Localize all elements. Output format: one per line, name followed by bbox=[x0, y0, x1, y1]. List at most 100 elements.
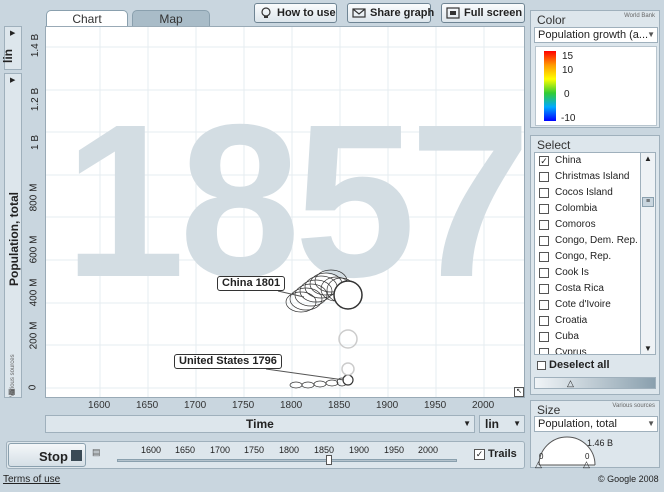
country-list[interactable]: ✓ China Christmas Island Cocos Island Col… bbox=[534, 152, 656, 355]
x-scale-label: lin bbox=[485, 417, 499, 431]
list-item[interactable]: Comoros bbox=[535, 217, 640, 233]
checkbox-icon[interactable] bbox=[539, 188, 549, 198]
full-screen-label: Full screen bbox=[464, 7, 523, 19]
checkbox-icon[interactable] bbox=[539, 284, 549, 294]
list-item[interactable]: Cook Is bbox=[535, 265, 640, 281]
list-item-label: Cook Is bbox=[555, 267, 589, 278]
checkbox-icon[interactable] bbox=[539, 300, 549, 310]
y-tick-label: 1.2 B bbox=[30, 87, 42, 112]
checkbox-icon[interactable] bbox=[539, 252, 549, 262]
list-item-label: Congo, Dem. Rep. bbox=[555, 235, 638, 246]
list-item-label: Croatia bbox=[555, 315, 588, 326]
y-tick-label: 400 M bbox=[28, 278, 40, 307]
x-tick-label: 1800 bbox=[280, 400, 303, 411]
checkbox-icon[interactable] bbox=[539, 220, 549, 230]
bubble-trails bbox=[265, 269, 363, 389]
slider-label: 1950 bbox=[384, 445, 405, 455]
slider-label: 1850 bbox=[314, 445, 335, 455]
slider-label: 2000 bbox=[418, 445, 439, 455]
zoom-icon[interactable]: ↖ bbox=[514, 387, 524, 397]
list-item[interactable]: Colombia bbox=[535, 201, 640, 217]
time-slider[interactable]: 1600 1650 1700 1750 1800 1850 1900 1950 … bbox=[107, 445, 467, 465]
bubble-label-united-states[interactable]: United States 1796 bbox=[174, 354, 282, 369]
deselect-all-checkbox[interactable]: Deselect all bbox=[537, 359, 647, 373]
color-indicator-label: Population growth (a... bbox=[538, 29, 649, 41]
list-scrollbar[interactable]: ▲ ≡ ▼ bbox=[640, 152, 656, 355]
color-panel: Color World Bank Population growth (a...… bbox=[530, 10, 660, 128]
list-item[interactable]: Croatia bbox=[535, 313, 640, 329]
x-scale-selector[interactable]: lin ▼ bbox=[479, 415, 525, 433]
list-item-label: Comoros bbox=[555, 219, 596, 230]
checkbox-icon[interactable] bbox=[539, 316, 549, 326]
y-indicator-selector[interactable]: ▶ Population, total Various sources ▦ bbox=[4, 73, 22, 398]
list-item[interactable]: Cuba bbox=[535, 329, 640, 345]
size-source-label: Various sources bbox=[612, 403, 655, 409]
x-indicator-selector[interactable]: Time ▼ bbox=[45, 415, 475, 433]
list-item-label: Cote d'Ivoire bbox=[555, 299, 611, 310]
checkbox-icon[interactable] bbox=[539, 172, 549, 182]
color-legend-box: 15 10 0 -10 bbox=[535, 46, 657, 126]
list-item[interactable]: Cote d'Ivoire bbox=[535, 297, 640, 313]
chevron-down-icon: ▼ bbox=[463, 419, 471, 428]
y-tick-label: 600 M bbox=[28, 235, 40, 264]
list-item-label: Colombia bbox=[555, 203, 598, 214]
checkbox-icon[interactable] bbox=[539, 236, 549, 246]
chevron-down-icon: ▼ bbox=[647, 419, 655, 428]
chart-plot-area[interactable]: 1857 China 1801 United States 1796 ↖ bbox=[45, 26, 525, 398]
size-handle-icon[interactable]: △ bbox=[535, 459, 542, 470]
checkbox-checked-icon[interactable]: ✓ bbox=[539, 156, 549, 166]
tab-map[interactable]: Map bbox=[132, 10, 210, 27]
checkbox-icon[interactable] bbox=[539, 204, 549, 214]
how-to-use-button[interactable]: How to use bbox=[254, 3, 337, 23]
scroll-down-icon[interactable]: ▼ bbox=[644, 344, 652, 353]
list-item[interactable]: Cocos Island bbox=[535, 185, 640, 201]
y-scale-selector[interactable]: ▶ lin bbox=[1, 26, 22, 70]
y-tick-label: 200 M bbox=[28, 321, 40, 350]
slider-handle-icon[interactable]: △ bbox=[567, 378, 574, 389]
trails-checkbox[interactable]: ✓ Trails bbox=[474, 448, 522, 462]
bubble-label-china[interactable]: China 1801 bbox=[217, 276, 286, 291]
list-item[interactable]: Cyprus bbox=[535, 345, 640, 354]
full-screen-button[interactable]: Full screen bbox=[441, 3, 525, 23]
scroll-up-icon[interactable]: ▲ bbox=[644, 154, 652, 163]
size-handle-icon[interactable]: △ bbox=[583, 459, 590, 470]
tab-chart[interactable]: Chart bbox=[46, 10, 128, 27]
x-tick-label: 1750 bbox=[232, 400, 255, 411]
x-tick-label: 1600 bbox=[88, 400, 111, 411]
speed-icon[interactable]: ▤ bbox=[92, 447, 101, 458]
china-bubble[interactable] bbox=[333, 280, 363, 310]
chevron-right-icon: ▶ bbox=[10, 30, 16, 37]
y-scale-label: lin bbox=[1, 49, 15, 63]
checkbox-icon[interactable] bbox=[539, 348, 549, 354]
checkbox-icon[interactable] bbox=[539, 268, 549, 278]
us-bubble[interactable] bbox=[342, 374, 354, 386]
list-item-label: Congo, Rep. bbox=[555, 251, 612, 262]
slider-handle[interactable] bbox=[326, 455, 332, 465]
x-tick-label: 1950 bbox=[424, 400, 447, 411]
y-tick-label: 800 M bbox=[28, 183, 40, 212]
x-tick-label: 1850 bbox=[328, 400, 351, 411]
list-item[interactable]: Costa Rica bbox=[535, 281, 640, 297]
slider-label: 1700 bbox=[210, 445, 231, 455]
list-item[interactable]: ✓ China bbox=[535, 153, 640, 169]
list-item-label: Christmas Island bbox=[555, 171, 630, 182]
list-item[interactable]: Congo, Rep. bbox=[535, 249, 640, 265]
list-item[interactable]: Christmas Island bbox=[535, 169, 640, 185]
slider-label: 1750 bbox=[244, 445, 265, 455]
share-graph-label: Share graph bbox=[370, 7, 435, 19]
opacity-slider[interactable]: △ bbox=[534, 377, 656, 389]
slider-label: 1650 bbox=[175, 445, 196, 455]
select-panel-title: Select bbox=[537, 138, 571, 152]
color-indicator-dropdown[interactable]: Population growth (a... ▼ bbox=[534, 27, 658, 43]
list-item[interactable]: Congo, Dem. Rep. bbox=[535, 233, 640, 249]
size-indicator-dropdown[interactable]: Population, total ▼ bbox=[534, 416, 658, 432]
share-graph-button[interactable]: Share graph bbox=[347, 3, 435, 23]
slider-track[interactable] bbox=[117, 459, 457, 462]
scroll-thumb[interactable]: ≡ bbox=[642, 197, 654, 207]
stop-button[interactable]: Stop bbox=[8, 443, 86, 467]
terms-of-use-link[interactable]: Terms of use bbox=[3, 474, 60, 485]
size-panel-title: Size bbox=[537, 403, 561, 417]
list-item-label: Costa Rica bbox=[555, 283, 604, 294]
checkbox-icon bbox=[537, 361, 546, 370]
checkbox-icon[interactable] bbox=[539, 332, 549, 342]
